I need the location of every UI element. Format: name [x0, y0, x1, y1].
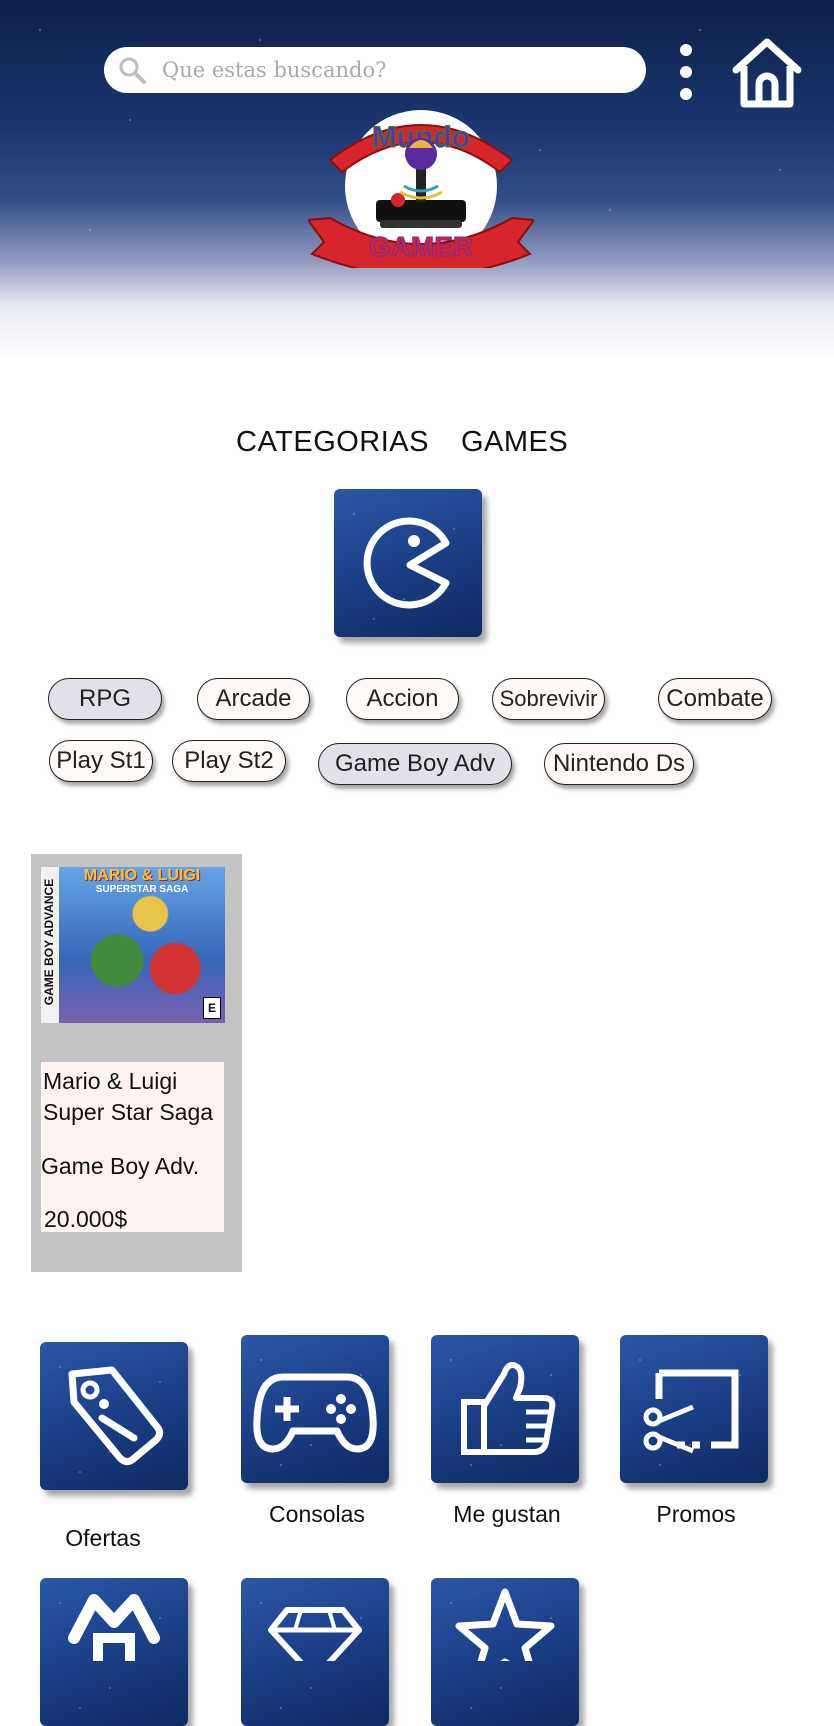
chip-play-st2[interactable]: Play St2 [172, 740, 286, 782]
more-vertical-icon[interactable] [676, 44, 696, 106]
tag-icon [68, 1366, 164, 1466]
chip-sobrevivir[interactable]: Sobrevivir [492, 678, 605, 720]
category-tile[interactable] [334, 489, 482, 637]
product-platform: Game Boy Adv. [41, 1153, 200, 1179]
nav-label-consolas: Consolas [269, 1501, 365, 1527]
gamepad-icon [253, 1373, 377, 1453]
diamond-icon [268, 1607, 362, 1661]
star-icon [455, 1588, 555, 1661]
chip-accion[interactable]: Accion [346, 678, 459, 720]
search-input[interactable] [160, 57, 624, 83]
nav-diamond[interactable] [241, 1578, 389, 1726]
nav-brand[interactable] [40, 1578, 188, 1726]
tab-categorias[interactable]: CATEGORIAS [236, 426, 429, 459]
product-price: 20.000$ [44, 1206, 128, 1232]
cover-title: MARIO & LUIGI [83, 867, 201, 884]
product-info: Mario & Luigi Super Star Saga Game Boy A… [41, 1062, 224, 1232]
logo-bottom-word: GAMER [369, 231, 473, 262]
nav-star[interactable] [431, 1578, 579, 1726]
nav-consolas[interactable] [241, 1335, 389, 1483]
tabs: CATEGORIAS GAMES [236, 426, 568, 459]
cast-icon [643, 1369, 739, 1454]
product-name-line2: Super Star Saga [43, 1099, 214, 1125]
tab-games[interactable]: GAMES [461, 426, 568, 459]
nav-label-me-gustan: Me gustan [453, 1501, 561, 1527]
rating-badge: E [203, 997, 221, 1019]
nav-label-promos: Promos [656, 1501, 736, 1527]
product-cover: GAME BOY ADVANCE MARIO & LUIGI SUPERSTAR… [41, 867, 225, 1023]
chip-play-st1[interactable]: Play St1 [49, 740, 153, 782]
cover-spine-text: GAME BOY ADVANCE [42, 878, 56, 1006]
nav-label-ofertas: Ofertas [65, 1525, 141, 1551]
chip-nintendo-ds[interactable]: Nintendo Ds [544, 743, 694, 785]
chip-arcade[interactable]: Arcade [197, 678, 310, 720]
search-icon [119, 57, 146, 84]
cover-subtitle: SUPERSTAR SAGA [95, 884, 189, 895]
search-bar[interactable] [104, 47, 646, 93]
chip-game-boy-adv[interactable]: Game Boy Adv [318, 743, 512, 785]
thumbs-up-icon [461, 1362, 556, 1455]
brand-icon [68, 1594, 160, 1661]
nav-promos[interactable] [620, 1335, 768, 1483]
logo: Mundo GAMER [308, 110, 534, 268]
nav-ofertas[interactable] [40, 1342, 188, 1490]
nav-me-gustan[interactable] [431, 1335, 579, 1483]
home-icon[interactable] [730, 36, 804, 110]
product-name-line1: Mario & Luigi [43, 1068, 178, 1094]
chip-combate[interactable]: Combate [658, 678, 772, 720]
chip-rpg[interactable]: RPG [48, 678, 162, 720]
product-card[interactable]: GAME BOY ADVANCE MARIO & LUIGI SUPERSTAR… [31, 854, 242, 1272]
pacman-icon [363, 517, 450, 609]
